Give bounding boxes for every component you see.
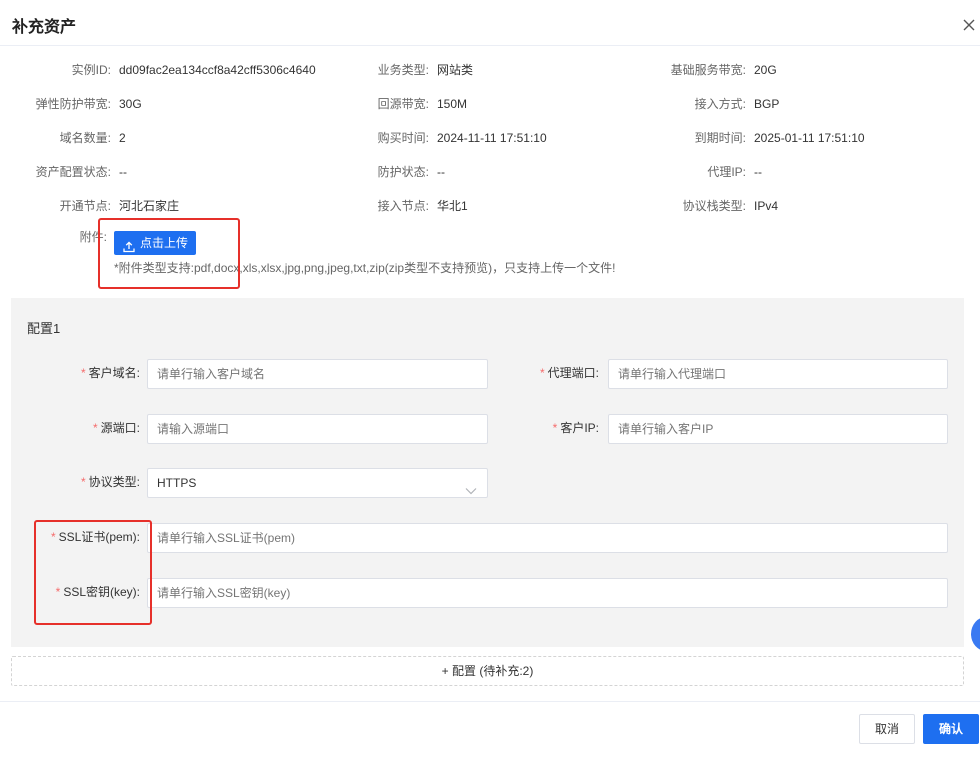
source-port-label: * 源端口:	[92, 421, 140, 435]
protocol-stack-label: 协议栈类型:	[682, 199, 746, 213]
chevron-down-icon	[465, 478, 477, 495]
access-node-value: 华北1	[437, 199, 468, 213]
confirm-button[interactable]: 确认	[923, 714, 979, 744]
config-panel: 配置1 *客户域名: *代理端口: *源端口: *客户IP: *协议类型: HT…	[11, 298, 964, 647]
instance-id-value: dd09fac2ea134ccf8a42cff5306c4640	[119, 63, 316, 77]
protocol-stack-value: IPv4	[754, 199, 779, 213]
access-node-label: 接入节点:	[377, 199, 429, 213]
required-mark: *	[539, 366, 545, 380]
access-mode-value: BGP	[754, 97, 780, 111]
ssl-cert-input[interactable]	[147, 523, 948, 553]
info-row-2: 弹性防护带宽: 30G 回源带宽: 150M 接入方式: BGP	[0, 94, 980, 114]
info-row-5: 开通节点: 河北石家庄 接入节点: 华北1 协议栈类型: IPv4	[0, 196, 980, 216]
config-status-label: 资产配置状态:	[35, 165, 111, 179]
required-mark: *	[80, 366, 86, 380]
config-title: 配置1	[27, 321, 61, 336]
expire-time-label: 到期时间:	[694, 131, 746, 145]
protocol-type-label: * 协议类型:	[80, 475, 140, 489]
customer-ip-input[interactable]	[608, 414, 948, 444]
instance-id-label: 实例ID:	[71, 63, 111, 77]
customer-domain-input[interactable]	[147, 359, 488, 389]
customer-domain-label: * 客户域名:	[80, 366, 140, 380]
dialog-title: 补充资产	[12, 19, 77, 36]
floating-help-button[interactable]	[971, 617, 980, 651]
origin-bw-label: 回源带宽:	[377, 97, 429, 111]
open-node-label: 开通节点:	[59, 199, 111, 213]
elastic-bw-value: 30G	[119, 97, 142, 111]
elastic-bw-label: 弹性防护带宽:	[35, 97, 111, 111]
config-status-value: --	[119, 165, 127, 179]
protect-status-value: --	[437, 165, 445, 179]
domain-count-value: 2	[119, 131, 126, 145]
purchase-time-label: 购买时间:	[377, 131, 429, 145]
origin-bw-value: 150M	[437, 97, 468, 111]
domain-count-label: 域名数量:	[59, 131, 111, 145]
required-mark: *	[80, 475, 86, 489]
customer-ip-label: * 客户IP:	[552, 421, 599, 435]
proxy-ip-label: 代理IP:	[707, 165, 746, 179]
biz-type-label: 业务类型:	[377, 63, 429, 77]
cancel-button[interactable]: 取消	[859, 714, 915, 744]
footer-divider	[0, 701, 980, 702]
proxy-port-label: * 代理端口:	[539, 366, 599, 380]
open-node-value: 河北石家庄	[119, 199, 180, 213]
info-row-3: 域名数量: 2 购买时间: 2024-11-11 17:51:10 到期时间: …	[0, 128, 980, 148]
access-mode-label: 接入方式:	[694, 97, 746, 111]
ssl-key-input[interactable]	[147, 578, 948, 608]
info-row-1: 实例ID: dd09fac2ea134ccf8a42cff5306c4640 业…	[0, 60, 980, 80]
base-bw-label: 基础服务带宽:	[670, 63, 746, 77]
base-bw-value: 20G	[754, 63, 777, 77]
biz-type-value: 网站类	[437, 63, 474, 77]
highlight-box-ssl	[34, 520, 152, 625]
source-port-input[interactable]	[147, 414, 488, 444]
required-mark: *	[552, 421, 558, 435]
protect-status-label: 防护状态:	[377, 165, 429, 179]
required-mark: *	[92, 421, 98, 435]
info-row-4: 资产配置状态: -- 防护状态: -- 代理IP: --	[0, 162, 980, 182]
purchase-time-value: 2024-11-11 17:51:10	[437, 131, 547, 145]
protocol-type-value: HTTPS	[157, 476, 197, 490]
highlight-box-upload	[98, 218, 240, 289]
add-config-button[interactable]: + 配置 (待补充:2)	[11, 656, 964, 686]
proxy-port-input[interactable]	[608, 359, 948, 389]
protocol-type-select[interactable]: HTTPS	[147, 468, 488, 498]
expire-time-value: 2025-01-11 17:51:10	[754, 131, 865, 145]
proxy-ip-value: --	[754, 165, 762, 179]
dialog-header: 补充资产	[0, 0, 980, 46]
close-icon[interactable]	[962, 18, 976, 32]
